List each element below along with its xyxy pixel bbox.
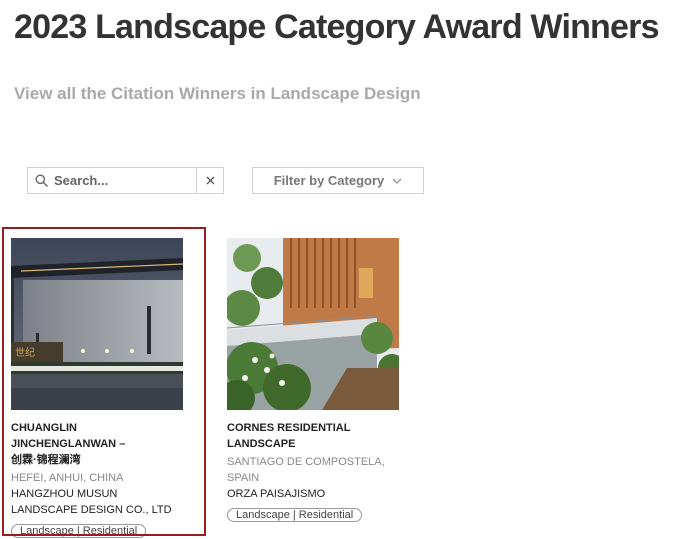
- search-box: [27, 167, 224, 194]
- project-thumbnail[interactable]: [227, 238, 399, 410]
- close-icon: [206, 176, 214, 185]
- winner-card[interactable]: CORNES RESIDENTIAL LANDSCAPE SANTIAGO DE…: [227, 238, 399, 523]
- card-firm: HANGZHOU MUSUN LANDSCAPE DESIGN CO., LTD: [11, 488, 172, 516]
- filter-label: Filter by Category: [273, 173, 385, 188]
- card-title[interactable]: CHUANGLIN JINCHENGLANWAN –: [11, 420, 183, 452]
- page-subtitle: View all the Citation Winners in Landsca…: [14, 84, 421, 103]
- category-tag[interactable]: Landscape | Residential: [11, 524, 147, 538]
- filter-by-category-dropdown[interactable]: Filter by Category: [252, 167, 424, 194]
- card-subtitle[interactable]: 创霖·锦程澜湾: [11, 452, 183, 468]
- card-location: SANTIAGO DE COMPOSTELA, SPAIN: [227, 456, 385, 484]
- chevron-down-icon: [392, 178, 402, 184]
- project-thumbnail[interactable]: 世纪: [11, 238, 183, 410]
- card-firm: ORZA PAISAJISMO: [227, 488, 326, 500]
- category-tag[interactable]: Landscape | Residential: [227, 508, 363, 522]
- card-title[interactable]: CORNES RESIDENTIAL LANDSCAPE: [227, 420, 399, 452]
- svg-text:世纪: 世纪: [15, 347, 35, 359]
- page-title: 2023 Landscape Category Award Winners: [14, 8, 659, 46]
- clear-search-button[interactable]: [196, 168, 223, 193]
- search-input[interactable]: [54, 173, 196, 188]
- search-icon[interactable]: [28, 174, 54, 187]
- winner-card[interactable]: 世纪 CHUANGLIN JINCHENGLANWAN – 创霖·锦程澜湾 HE…: [11, 238, 183, 539]
- card-location: HEFEI, ANHUI, CHINA: [11, 472, 124, 484]
